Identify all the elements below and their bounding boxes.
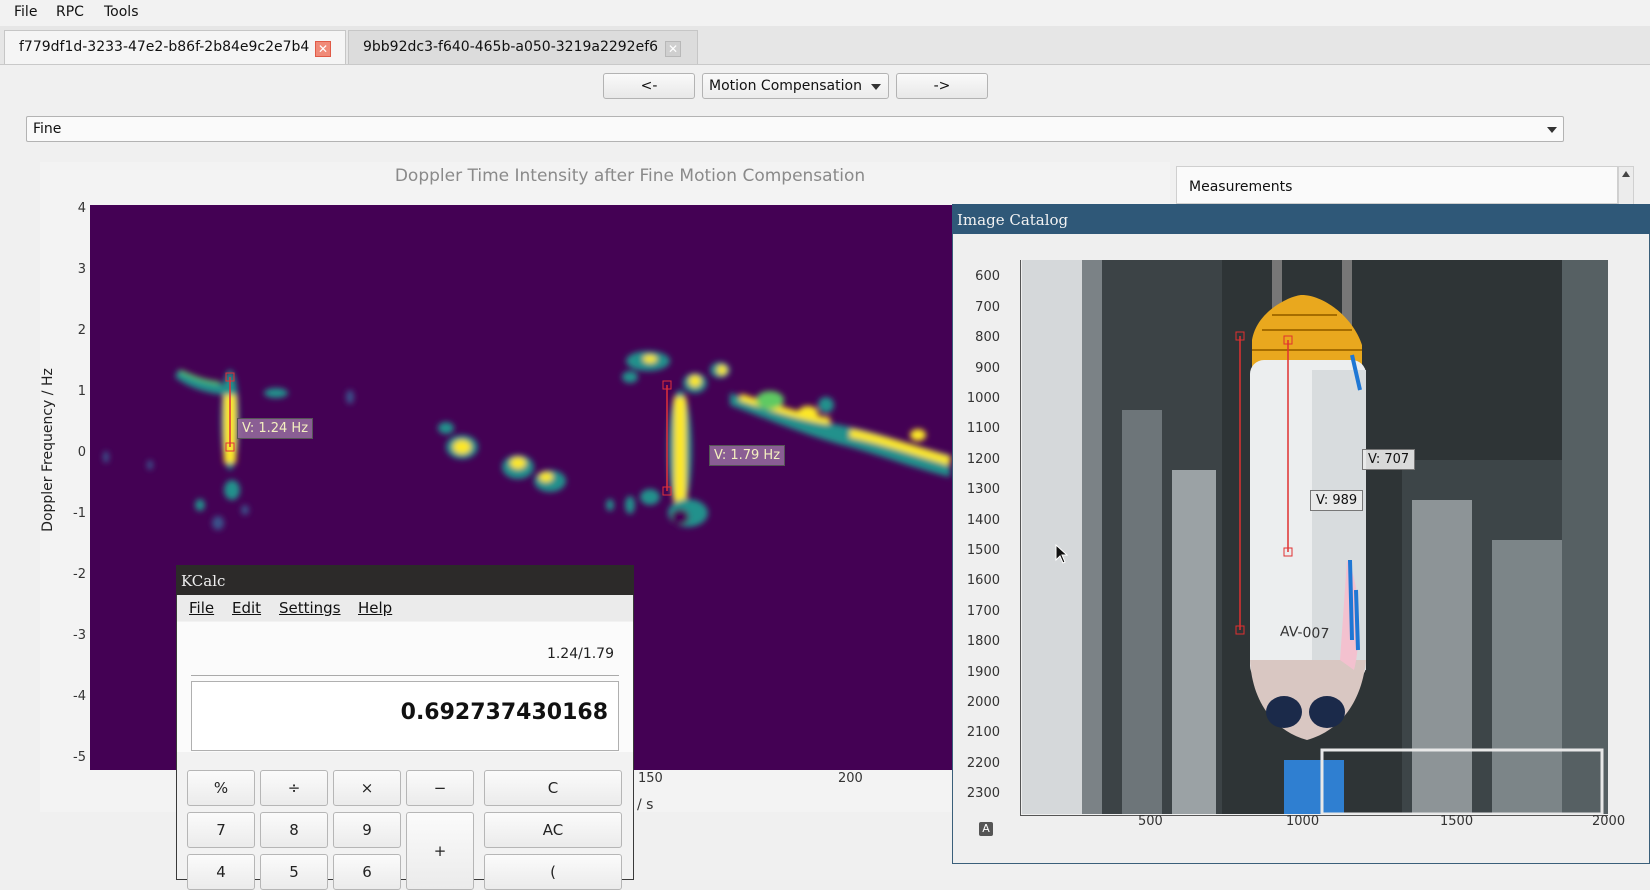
kcalc-8-button[interactable]: 8 (260, 812, 328, 848)
tab-bar: f779df1d-3233-47e2-b86f-2b84e9c2e7b4 ✕ 9… (0, 26, 1650, 65)
mouse-cursor-icon (1055, 544, 1069, 564)
kcalc-open-paren-button[interactable]: ( (484, 854, 622, 890)
catalog-x-tick: 1000 (1286, 814, 1320, 829)
catalog-y-tick: 2200 (966, 756, 1000, 771)
tab-close-icon[interactable]: ✕ (315, 41, 331, 57)
y-tick: -2 (73, 567, 86, 582)
kcalc-plus-button[interactable]: + (406, 812, 474, 890)
previous-step-button[interactable]: <- (603, 73, 695, 99)
compensation-level-select[interactable]: Fine (26, 116, 1564, 142)
tab-session-2[interactable]: 9bb92dc3-f640-465b-a050-3219a2292ef6 ✕ (348, 30, 698, 64)
catalog-y-tick: 1000 (966, 391, 1000, 406)
kcalc-expression: 1.24/1.79 (546, 646, 614, 662)
figure-options-icon[interactable]: A (979, 822, 993, 836)
y-tick: 4 (77, 201, 86, 216)
catalog-y-tick: 2100 (966, 725, 1000, 740)
catalog-annotation[interactable]: V: 989 (1310, 490, 1364, 511)
kcalc-divide-button[interactable]: ÷ (260, 770, 328, 806)
kcalc-clear-button[interactable]: C (484, 770, 622, 806)
catalog-y-tick: 2300 (966, 786, 1000, 801)
catalog-y-tick: 1400 (966, 513, 1000, 528)
catalog-y-tick: 900 (975, 361, 1000, 376)
plot-title: Doppler Time Intensity after Fine Motion… (394, 166, 866, 186)
kcalc-result-display: 0.692737430168 (191, 681, 619, 751)
menu-rpc[interactable]: RPC (56, 4, 84, 20)
y-tick: 0 (77, 445, 86, 460)
catalog-y-tick: 700 (975, 300, 1000, 315)
kcalc-6-button[interactable]: 6 (333, 854, 401, 890)
menu-file[interactable]: File (14, 4, 37, 20)
catalog-y-tick: 1200 (966, 452, 1000, 467)
menu-tools[interactable]: Tools (104, 4, 139, 20)
catalog-y-tick: 1500 (966, 543, 1000, 558)
kcalc-divider (191, 675, 619, 676)
x-tick: 150 (638, 771, 663, 786)
y-tick: -3 (73, 628, 86, 643)
catalog-y-tick: 1700 (966, 604, 1000, 619)
mode-select-value: Motion Compensation (709, 78, 862, 94)
catalog-y-tick: 600 (975, 269, 1000, 284)
tab-label: 9bb92dc3-f640-465b-a050-3219a2292ef6 (363, 39, 659, 55)
measurements-title: Measurements (1189, 179, 1293, 195)
catalog-x-tick: 2000 (1592, 814, 1626, 829)
chevron-down-icon (1547, 127, 1557, 133)
kcalc-7-button[interactable]: 7 (187, 812, 255, 848)
kcalc-percent-button[interactable]: % (187, 770, 255, 806)
kcalc-9-button[interactable]: 9 (333, 812, 401, 848)
menubar: File RPC Tools (0, 0, 1650, 27)
catalog-y-tick: 1600 (966, 573, 1000, 588)
tab-session-1[interactable]: f779df1d-3233-47e2-b86f-2b84e9c2e7b4 ✕ (4, 30, 346, 64)
kcalc-menu-help[interactable]: Help (358, 599, 392, 617)
chevron-up-icon[interactable] (1622, 171, 1630, 177)
compensation-level-value: Fine (33, 121, 62, 137)
heatmap-annotation[interactable]: V: 1.79 Hz (709, 445, 786, 466)
y-tick: -5 (73, 750, 86, 765)
image-catalog-title: Image Catalog (957, 211, 1069, 229)
catalog-y-tick: 800 (975, 330, 1000, 345)
mode-select[interactable]: Motion Compensation (702, 73, 889, 99)
kcalc-titlebar[interactable]: KCalc (176, 565, 634, 595)
kcalc-menu-settings[interactable]: Settings (279, 599, 341, 617)
kcalc-menu-edit[interactable]: Edit (232, 599, 261, 617)
next-step-button[interactable]: -> (896, 73, 988, 99)
catalog-y-tick: 1300 (966, 482, 1000, 497)
kcalc-4-button[interactable]: 4 (187, 854, 255, 890)
image-catalog-titlebar[interactable]: Image Catalog (952, 204, 1650, 234)
y-tick: -1 (73, 506, 86, 521)
kcalc-title: KCalc (181, 572, 226, 590)
chevron-down-icon (871, 84, 881, 90)
kcalc-menu-file[interactable]: File (189, 599, 214, 617)
heatmap-annotation[interactable]: V: 1.24 Hz (237, 418, 314, 439)
measurements-panel: Measurements (1176, 166, 1618, 204)
kcalc-multiply-button[interactable]: × (333, 770, 401, 806)
catalog-x-tick: 1500 (1440, 814, 1474, 829)
catalog-y-tick: 1900 (966, 665, 1000, 680)
kcalc-menubar: File Edit Settings Help (177, 595, 633, 621)
y-tick: 2 (77, 323, 86, 338)
y-tick: -4 (73, 689, 86, 704)
kcalc-5-button[interactable]: 5 (260, 854, 328, 890)
y-tick: 3 (77, 262, 86, 277)
rocket-photo (1022, 260, 1608, 814)
catalog-x-tick: 500 (1138, 814, 1163, 829)
y-tick: 1 (77, 384, 86, 399)
x-tick: 200 (838, 771, 863, 786)
tab-label: f779df1d-3233-47e2-b86f-2b84e9c2e7b4 (19, 39, 310, 55)
plot-x-axis-label: / s (637, 797, 654, 813)
catalog-y-tick: 2000 (966, 695, 1000, 710)
kcalc-all-clear-button[interactable]: AC (484, 812, 622, 848)
vehicle-label: AV-007 (1279, 623, 1330, 643)
kcalc-minus-button[interactable]: − (406, 770, 474, 806)
kcalc-result: 0.692737430168 (400, 700, 608, 725)
tab-close-icon[interactable]: ✕ (665, 41, 681, 57)
catalog-annotation[interactable]: V: 707 (1362, 449, 1416, 470)
catalog-y-tick: 1100 (966, 421, 1000, 436)
catalog-y-tick: 1800 (966, 634, 1000, 649)
plot-y-axis-label: Doppler Frequency / Hz (40, 368, 56, 532)
